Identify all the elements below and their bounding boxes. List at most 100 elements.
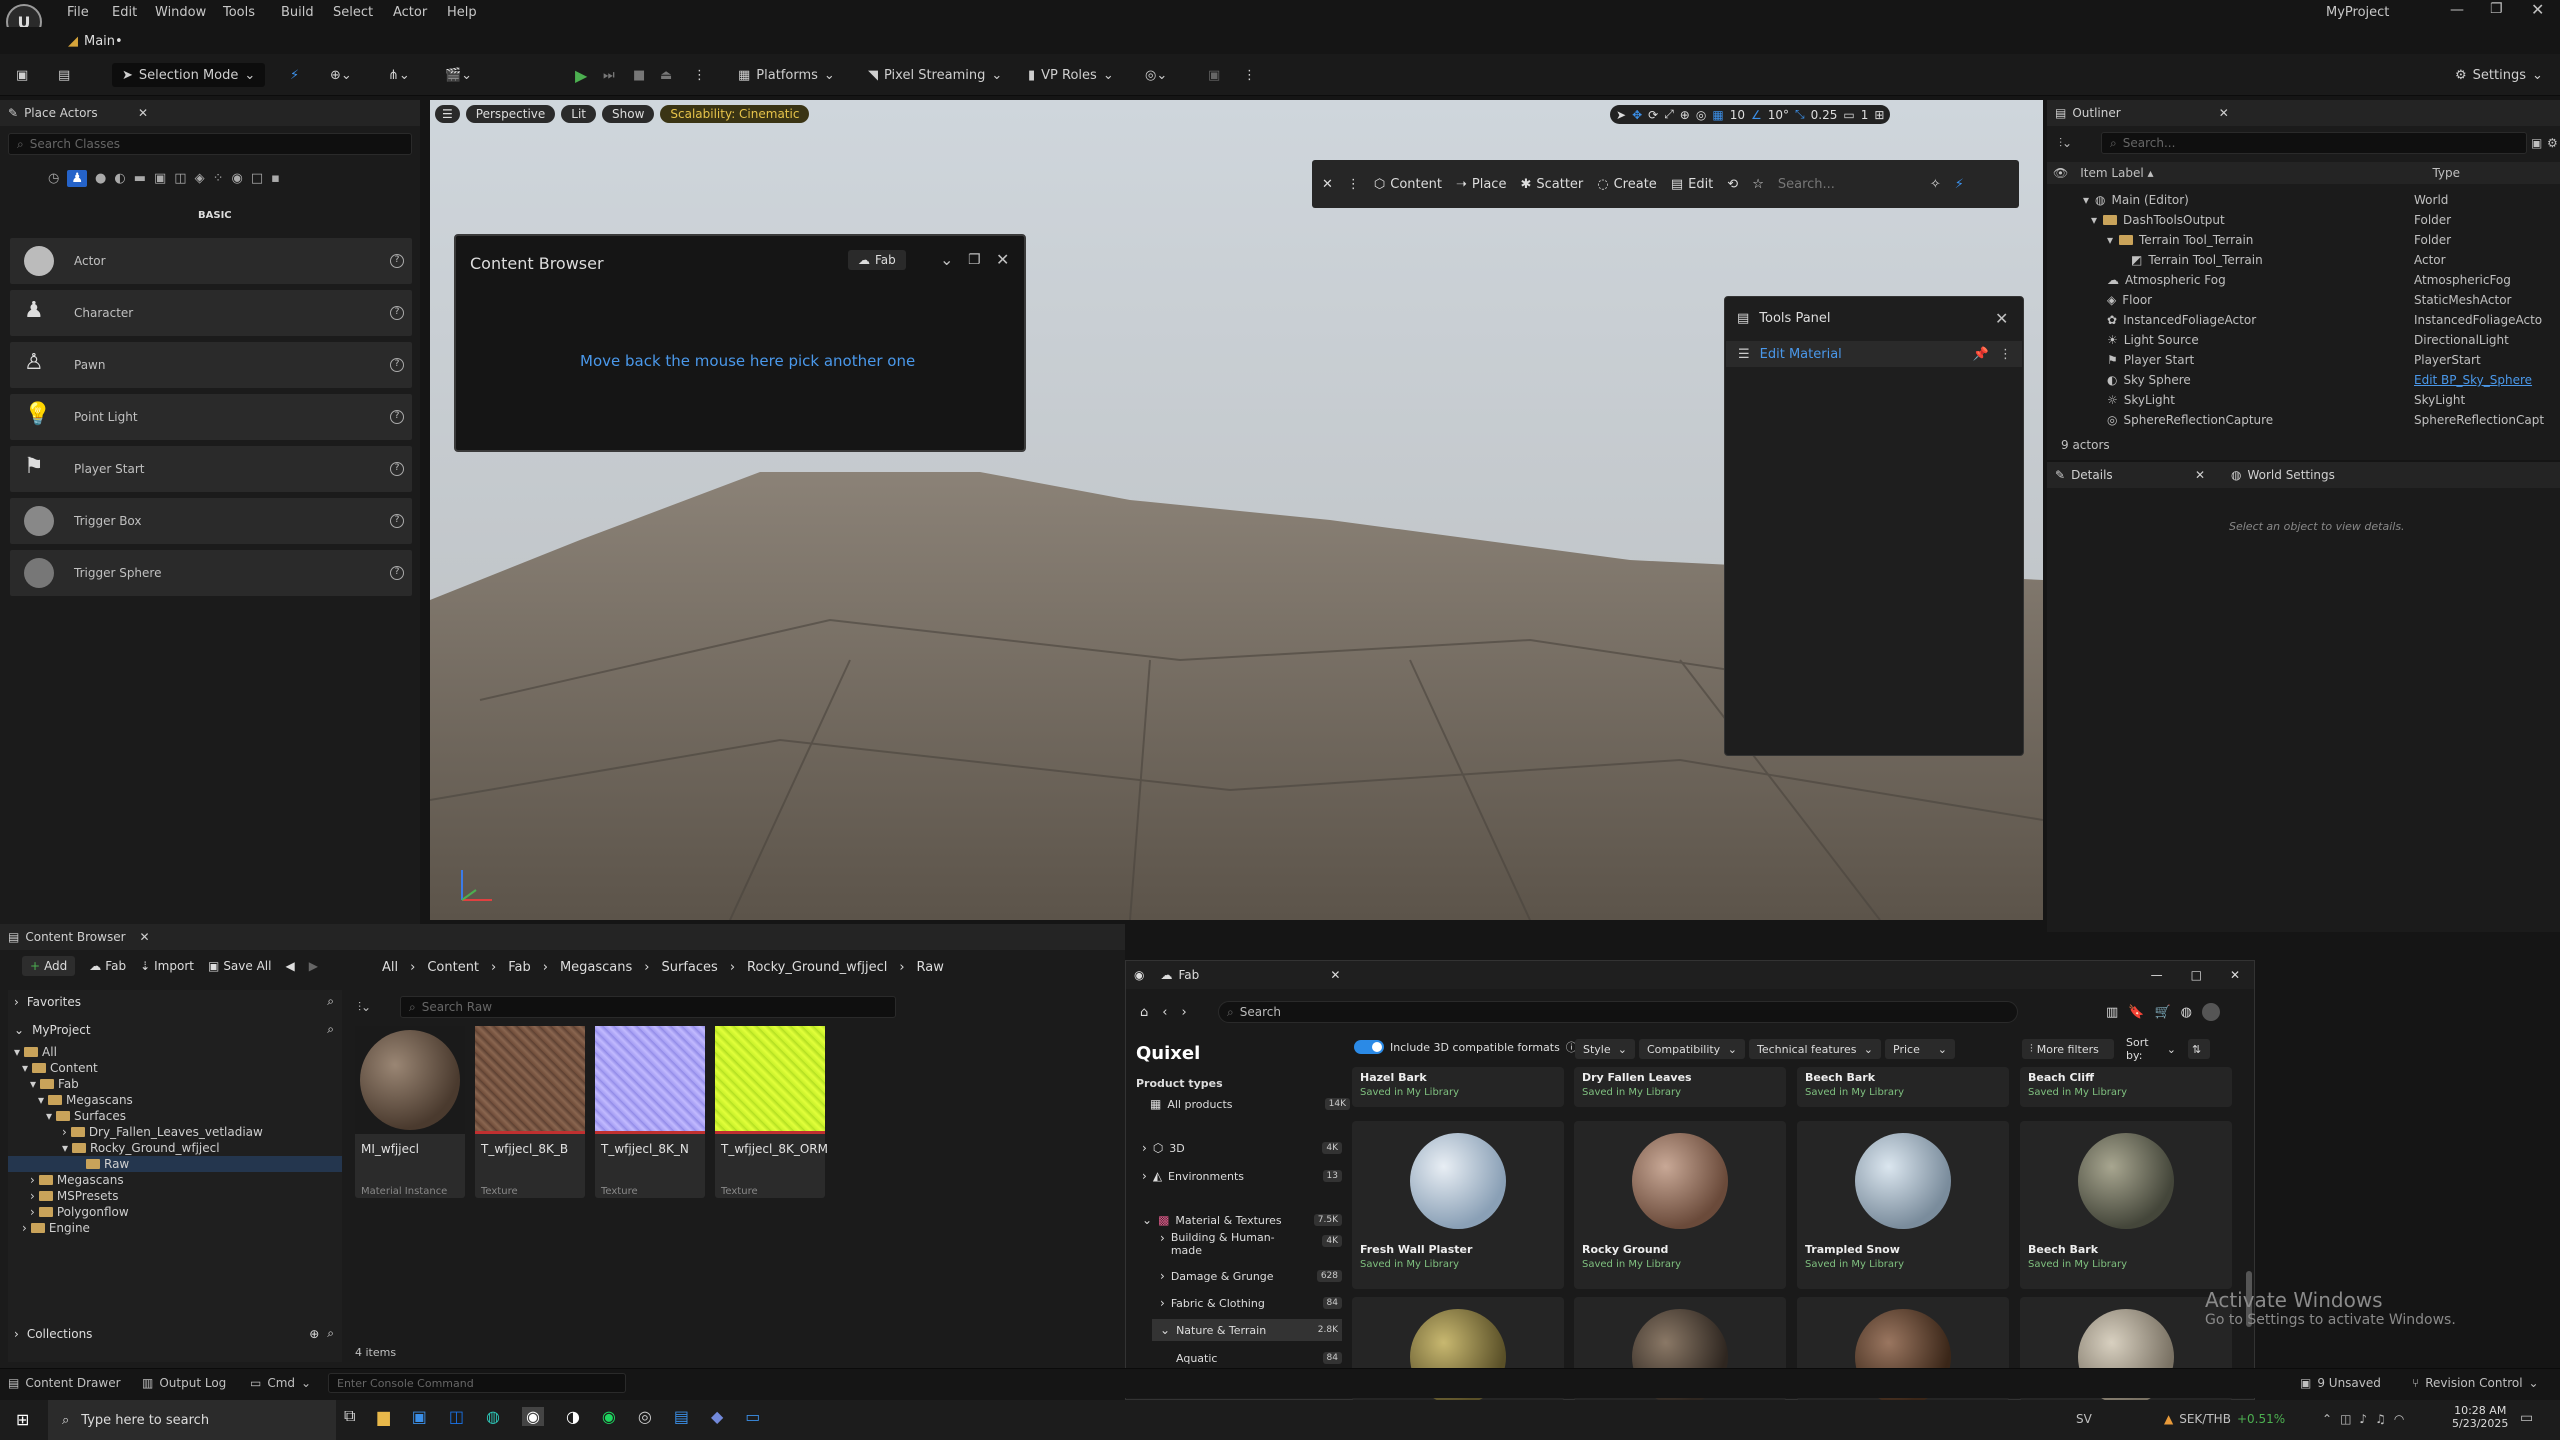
sort-direction-button[interactable]: ⇅	[2188, 1039, 2210, 1059]
menu-tools[interactable]: Tools	[223, 5, 255, 20]
save-all-button[interactable]: ▣ Save All	[208, 959, 272, 973]
basic-icon[interactable]: ♟	[67, 170, 87, 187]
help-icon[interactable]: ?	[390, 514, 404, 528]
pin-icon[interactable]: 📌	[1973, 347, 1989, 362]
actor-item-trigger-box[interactable]: Trigger Box ?	[10, 498, 412, 544]
outlook-icon[interactable]: ◫	[449, 1407, 464, 1426]
search-raw-input[interactable]: ⌕ Search Raw	[400, 996, 896, 1018]
breadcrumb-item[interactable]: Raw	[917, 960, 944, 975]
product-card[interactable]: Dry Fallen Leaves Saved in My Library	[1574, 1067, 1786, 1107]
outliner-row[interactable]: ◎ SphereReflectionCapture SphereReflection…	[2047, 410, 2560, 430]
tree-item[interactable]: › Megascans	[30, 1172, 124, 1188]
revision-control-button[interactable]: ⑂ Revision Control ⌄	[2412, 1376, 2539, 1390]
actor-item-pawn[interactable]: ♙ Pawn ?	[10, 342, 412, 388]
platforms-button[interactable]: ▦ Platforms ⌄	[738, 63, 835, 87]
outliner-row[interactable]: ✿ InstancedFoliageActor InstancedFoliageAc…	[2047, 310, 2560, 330]
angle-value[interactable]: 10°	[1768, 108, 1789, 122]
wifi-icon[interactable]: ◠	[2394, 1412, 2404, 1426]
eject-icon[interactable]: ⏏	[660, 63, 672, 87]
edit-material-item[interactable]: ☰ Edit Material 📌 ⋮	[1726, 341, 2022, 367]
history-icon[interactable]: ⟲	[1727, 177, 1738, 192]
taskbar-search[interactable]: ⌕ Type here to search	[48, 1400, 336, 1440]
scale-snap-icon[interactable]: ⤡	[1795, 107, 1805, 122]
selection-mode-button[interactable]: ➤ Selection Mode ⌄	[112, 63, 266, 87]
outliner-row[interactable]: ▾ Terrain Tool_Terrain Folder	[2047, 230, 2560, 250]
dash-logo-icon[interactable]: ⚡	[1955, 177, 1964, 192]
outliner-tab[interactable]: ▤ Outliner ✕	[2047, 100, 2560, 126]
grid-snap-icon[interactable]: ▦	[1712, 108, 1723, 122]
all-classes-icon[interactable]: ⁘	[213, 171, 224, 186]
actor-item-point-light[interactable]: 💡 Point Light ?	[10, 394, 412, 440]
modeling-icon[interactable]: ⚡	[290, 63, 299, 87]
product-card[interactable]: Beach Cliff Saved in My Library	[2020, 1067, 2232, 1107]
fab-button[interactable]: ☁ Fab	[89, 959, 126, 973]
search-icon[interactable]: ⌕	[327, 1022, 334, 1037]
breadcrumb-item[interactable]: All	[382, 960, 398, 975]
translate-tool-icon[interactable]: ✥	[1632, 108, 1642, 122]
scalability-badge[interactable]: Scalability: Cinematic	[660, 105, 810, 123]
network-icon[interactable]: ◫	[2340, 1412, 2351, 1426]
chevron-up-icon[interactable]: ⌃	[2322, 1412, 2332, 1426]
place-actors-tab[interactable]: ✎ Place Actors ✕	[0, 100, 420, 126]
sort-button[interactable]: Sort by: ⌄	[2118, 1036, 2184, 1062]
floating-cb-message[interactable]: Move back the mouse here pick another on…	[580, 352, 915, 370]
microphone-icon[interactable]: ♫	[2375, 1412, 2386, 1426]
add-folder-icon[interactable]: ▣	[2531, 136, 2542, 150]
outliner-row[interactable]: ☼ SkyLight SkyLight	[2047, 390, 2560, 410]
tree-item[interactable]: ▾ Fab	[30, 1076, 79, 1092]
layout-icon[interactable]: ⊞	[1874, 108, 1884, 122]
pixel-streaming-button[interactable]: ◥ Pixel Streaming ⌄	[868, 63, 1002, 87]
tree-item-selected[interactable]: Raw	[8, 1156, 342, 1172]
tree-item[interactable]: › Dry_Fallen_Leaves_vetladiaw	[62, 1124, 263, 1140]
globe-icon[interactable]: ◍	[2181, 1005, 2192, 1020]
select-tool-icon[interactable]: ➤	[1616, 108, 1626, 122]
avatar[interactable]	[2202, 1003, 2221, 1021]
app-icon[interactable]: ◑	[566, 1407, 580, 1426]
floating-fab-tab[interactable]: ☁ Fab	[848, 250, 906, 270]
fab-tab[interactable]: ☁ Fab ✕	[1160, 968, 1340, 982]
recent-icon[interactable]: ◷	[48, 171, 59, 186]
stop-icon[interactable]: ■	[633, 63, 645, 87]
favorites-header[interactable]: › Favorites ⌕	[14, 994, 334, 1009]
sidebar-item-material-textures[interactable]: ⌄ ▩ Material & Textures 7.5K	[1142, 1211, 1342, 1229]
content-drawer-button[interactable]: ▤ Content Drawer	[8, 1376, 121, 1390]
menu-edit[interactable]: Edit	[112, 5, 137, 20]
content-browser-tab[interactable]: ▤ Content Browser ✕	[0, 924, 1125, 950]
menu-file[interactable]: File	[67, 5, 89, 20]
step-icon[interactable]: ⏭	[603, 63, 615, 87]
back-icon[interactable]: ‹	[1162, 1005, 1167, 1020]
visual-effects-icon[interactable]: ▣	[154, 171, 166, 186]
mode-place-button[interactable]: ➝ Place	[1456, 177, 1506, 192]
level-viewport[interactable]: ☰ Perspective Lit Show Scalability: Cine…	[430, 100, 2043, 920]
more-icon[interactable]: ⋮	[693, 63, 706, 87]
asset-tile[interactable]: T_wfjjecl_8K_N Texture	[595, 1026, 705, 1198]
more-filters-button[interactable]: ⫶ More filters	[2022, 1039, 2114, 1059]
volume-icon[interactable]: ♪	[2359, 1412, 2367, 1426]
filter-style[interactable]: Style ⌄	[1575, 1039, 1635, 1059]
close-icon[interactable]: ✕	[1995, 309, 2008, 328]
sidebar-item-fabric[interactable]: › Fabric & Clothing 84	[1160, 1294, 1342, 1312]
mode-scatter-button[interactable]: ✱ Scatter	[1520, 177, 1583, 192]
filter-icon[interactable]: ⫶⌄	[358, 1000, 371, 1015]
collections-header[interactable]: › Collections ⊕ ⌕	[14, 1326, 334, 1341]
import-button[interactable]: ⇣ Import	[140, 959, 194, 973]
scale-value[interactable]: 0.25	[1811, 108, 1838, 122]
menu-build[interactable]: Build	[281, 5, 314, 20]
tree-item[interactable]: ▾ Megascans	[38, 1092, 133, 1108]
console-input[interactable]: Enter Console Command	[328, 1373, 626, 1393]
add-collection-icon[interactable]: ⊕	[309, 1327, 319, 1341]
forward-icon[interactable]: ›	[1181, 1005, 1186, 1020]
product-card[interactable]: Hazel Bark Saved in My Library	[1352, 1067, 1564, 1107]
search-icon[interactable]: ⌕	[327, 994, 334, 1009]
breadcrumb-item[interactable]: Rocky_Ground_wfjjecl	[747, 960, 887, 975]
blueprint-icon[interactable]: ⋔⌄	[388, 63, 410, 87]
outliner-row[interactable]: ◈ Floor StaticMeshActor	[2047, 290, 2560, 310]
actor-item-actor[interactable]: Actor ?	[10, 238, 412, 284]
windows-start-icon[interactable]: ⊞	[16, 1410, 29, 1429]
outliner-row[interactable]: ⚑ Player Start PlayerStart	[2047, 350, 2560, 370]
lit-button[interactable]: Lit	[561, 105, 596, 123]
close-icon[interactable]: ✕	[2230, 968, 2240, 982]
outliner-row[interactable]: ▾ DashToolsOutput Folder	[2047, 210, 2560, 230]
col-type[interactable]: Type	[2432, 166, 2460, 180]
sidebar-item-all-products[interactable]: ▦ All products 14K	[1150, 1095, 1350, 1113]
